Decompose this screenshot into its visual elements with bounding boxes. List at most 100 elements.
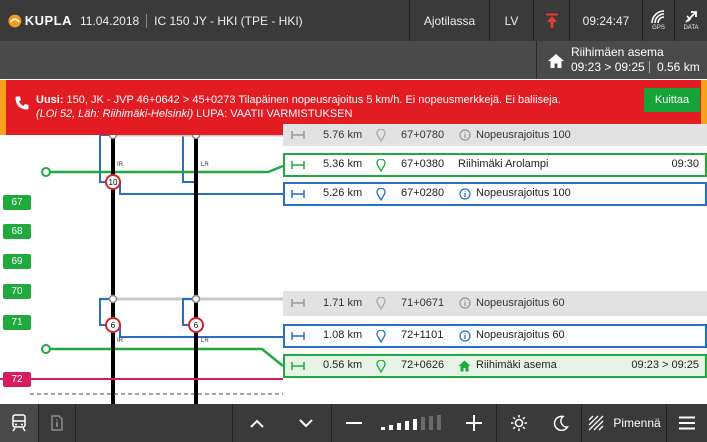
scroll-up-button[interactable]: [233, 404, 281, 442]
speed-sign: 6: [105, 317, 121, 333]
row-time: 09:30: [671, 158, 699, 170]
location-icon: [376, 360, 386, 373]
station-separator: [649, 61, 650, 73]
segment-icon: [291, 161, 305, 169]
direction-button[interactable]: [533, 0, 569, 41]
train-icon: [12, 414, 26, 432]
clock: 09:24:47: [569, 0, 642, 41]
phone-icon: [15, 96, 29, 110]
row-distance: 5.36 km: [323, 158, 363, 170]
gps-status[interactable]: GPS: [642, 0, 674, 41]
row-position: 71+0671: [401, 297, 445, 309]
row-label: Nopeusrajoitus 100: [476, 129, 571, 141]
document-button[interactable]: [39, 404, 75, 442]
speed-sign-value: 10: [109, 178, 118, 187]
level-bars-icon: [381, 415, 441, 430]
row-distance: 1.71 km: [323, 297, 363, 309]
event-row[interactable]: 0.56 km 72+0626 Riihimäki asema 09:23 > …: [283, 354, 707, 378]
mode-label: Ajotilassa: [423, 13, 476, 28]
km-marker: 69: [3, 254, 31, 269]
row-distance: 5.76 km: [323, 129, 363, 141]
track-label-ir: IR: [117, 338, 124, 344]
volume-up-button[interactable]: [452, 404, 496, 442]
info-icon: [459, 188, 471, 200]
row-distance: 0.56 km: [323, 359, 363, 371]
sun-icon: [511, 415, 527, 431]
row-position: 67+0280: [401, 187, 445, 199]
train-label: IC 150 JY - HKI (TPE - HKI): [154, 13, 303, 28]
row-label: Riihimäki Arolampi: [458, 158, 549, 170]
info-icon: [459, 129, 471, 141]
train-view-button[interactable]: [0, 404, 38, 442]
data-status[interactable]: DATA: [674, 0, 707, 41]
menu-button[interactable]: [667, 404, 707, 442]
green-node-lower: [41, 344, 51, 354]
segment-icon: [291, 299, 305, 307]
segment-icon: [291, 362, 305, 370]
scroll-down-button[interactable]: [281, 404, 331, 442]
data-label: DATA: [683, 25, 699, 31]
next-station[interactable]: Riihimäen asema 09:23 > 09:25 0.56 km: [536, 41, 707, 79]
row-position: 67+0780: [401, 129, 445, 141]
acknowledge-button[interactable]: Kuittaa: [644, 88, 700, 112]
direction-arrow-icon: [545, 13, 558, 28]
volume-down-button[interactable]: [332, 404, 376, 442]
gps-label: GPS: [652, 25, 665, 31]
logo-text: KUPLA: [24, 13, 72, 28]
row-label: Riihimäki asema: [476, 359, 557, 371]
track-blue-upper: [99, 135, 283, 195]
dim-label: Pimennä: [613, 416, 661, 430]
junction-node: [191, 294, 201, 304]
km-marker: 67: [3, 195, 31, 210]
night-mode-button[interactable]: [541, 404, 581, 442]
document-icon: [51, 415, 63, 431]
event-row[interactable]: 5.36 km 67+0380 Riihimäki Arolampi 09:30: [283, 153, 707, 177]
event-row[interactable]: 5.76 km 67+0780 Nopeusrajoitus 100: [283, 124, 707, 146]
location-icon: [376, 159, 386, 172]
next-station-times: 09:23 > 09:25: [571, 60, 645, 74]
event-row[interactable]: 1.08 km 72+1101 Nopeusrajoitus 60: [283, 324, 707, 348]
row-distance: 5.26 km: [323, 187, 363, 199]
speed-sign: 6: [188, 317, 204, 333]
row-distance: 1.08 km: [323, 329, 363, 341]
segment-icon: [291, 190, 305, 198]
minus-icon: [346, 422, 362, 424]
info-icon: [459, 330, 471, 342]
km-marker: 72: [3, 372, 31, 387]
mode-button[interactable]: Ajotilassa: [409, 0, 489, 41]
home-icon: [458, 360, 471, 372]
data-transfer-icon: [685, 11, 697, 23]
location-icon: [376, 188, 386, 201]
row-position: 67+0380: [401, 158, 445, 170]
row-label: Nopeusrajoitus 60: [476, 297, 565, 309]
speed-sign: 10: [105, 174, 121, 190]
brightness-button[interactable]: [497, 404, 541, 442]
alert-detail-line: (LOi 52, Läh: Riihimäki-Helsinki) LUPA: …: [36, 108, 352, 120]
km-marker: 70: [3, 284, 31, 299]
next-station-distance: 0.56 km: [657, 60, 700, 74]
location-icon: [376, 129, 386, 142]
hamburger-menu-icon: [679, 416, 695, 430]
clock-label: 09:24:47: [582, 13, 630, 28]
language-button[interactable]: LV: [489, 0, 533, 41]
track-label-ir: IR: [117, 162, 124, 168]
volume-level[interactable]: [376, 404, 452, 442]
header-separator: [146, 13, 148, 28]
alert-prefix: Uusi:: [36, 94, 64, 106]
km-marker: 71: [3, 315, 31, 330]
location-icon: [376, 297, 386, 310]
track-label-lr: LR: [201, 162, 209, 168]
row-position: 72+1101: [401, 329, 444, 341]
junction-node: [108, 135, 118, 140]
dim-icon: [588, 415, 604, 431]
row-label: Nopeusrajoitus 60: [476, 329, 565, 341]
dim-screen-button[interactable]: Pimennä: [582, 404, 666, 442]
app-logo: KUPLA: [0, 0, 72, 41]
speed-sign-value: 6: [194, 321, 199, 330]
alert-message: Uusi: 150, JK - JVP 46+0642 > 45+0273 Ti…: [36, 94, 561, 106]
event-row[interactable]: 1.71 km 71+0671 Nopeusrajoitus 60: [283, 291, 707, 316]
segment-icon: [291, 332, 305, 340]
green-node-upper: [41, 167, 51, 177]
home-icon: [548, 54, 564, 68]
event-row[interactable]: 5.26 km 67+0280 Nopeusrajoitus 100: [283, 182, 707, 206]
